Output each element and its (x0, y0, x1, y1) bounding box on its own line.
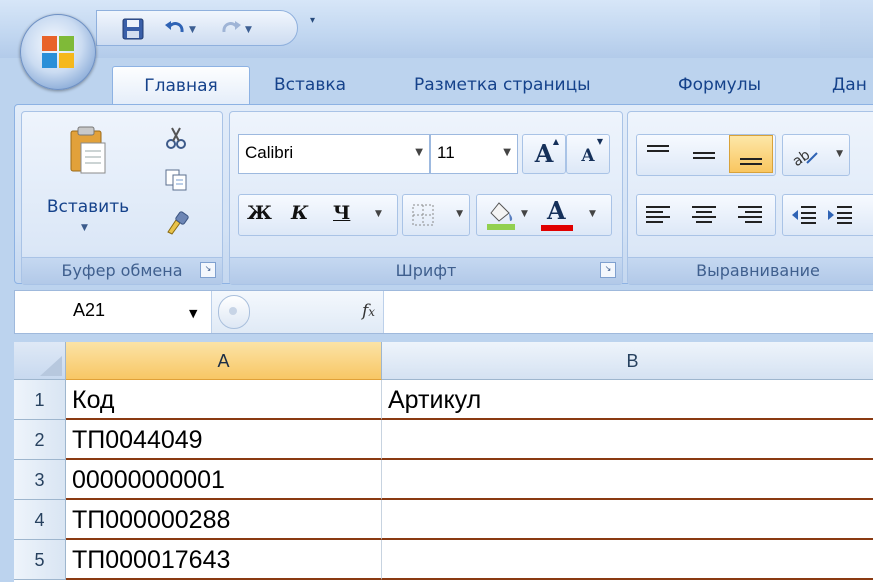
underline-dropdown-icon[interactable]: ▼ (375, 209, 382, 219)
alignment-group-label: Выравнивание (628, 257, 873, 284)
cell-b1[interactable]: Артикул (382, 380, 873, 420)
svg-text:ab: ab (790, 147, 814, 169)
cell-a3[interactable]: 00000000001 (66, 460, 382, 500)
formula-bar: A21 ▼ fx (14, 290, 873, 334)
undo-dropdown-icon[interactable]: ▼ (189, 25, 196, 35)
clipboard-group: Вставить ▼ Буфер обмена ↘ (21, 111, 223, 285)
bold-button[interactable]: Ж (247, 202, 272, 224)
font-size-value: 11 (437, 143, 455, 162)
borders-icon (412, 204, 434, 226)
font-size-select[interactable]: 11 ▼ (430, 134, 518, 174)
column-header-a[interactable]: A (66, 342, 382, 380)
vertical-align-buttons (636, 134, 776, 176)
undo-icon[interactable] (163, 17, 187, 41)
formula-input[interactable] (383, 291, 873, 333)
chevron-down-icon: ▼ (836, 149, 843, 159)
cell-b5[interactable] (382, 540, 873, 580)
save-icon[interactable] (121, 17, 145, 41)
borders-button[interactable]: ▼ (402, 194, 470, 236)
ribbon-tabs: Главная Вставка Разметка страницы Формул… (0, 58, 873, 105)
tab-formulas[interactable]: Формулы (674, 66, 765, 104)
cell-a2[interactable]: ТП0044049 (66, 420, 382, 460)
cell-a5[interactable]: ТП000017643 (66, 540, 382, 580)
increase-indent-icon[interactable] (825, 203, 855, 227)
tab-home[interactable]: Главная (112, 66, 250, 105)
row-header-4[interactable]: 4 (14, 500, 66, 540)
font-name-select[interactable]: Calibri ▼ (238, 134, 430, 174)
splitter-handle[interactable] (218, 295, 250, 329)
shrink-font-button[interactable]: A ▼ (566, 134, 610, 174)
fill-color-icon[interactable] (485, 199, 517, 231)
paste-icon (70, 126, 106, 174)
font-dialog-launcher[interactable]: ↘ (600, 262, 616, 278)
cell-b3[interactable] (382, 460, 873, 500)
paste-button[interactable]: Вставить ▼ (42, 116, 134, 242)
office-logo-icon (42, 36, 74, 68)
underline-button[interactable]: Ч (333, 202, 350, 224)
orientation-icon: ab (790, 147, 818, 169)
indent-buttons (782, 194, 873, 236)
tab-data[interactable]: Дан (828, 66, 871, 104)
font-color-icon[interactable]: A (547, 196, 566, 225)
select-all-corner[interactable] (14, 342, 66, 380)
copy-icon[interactable] (164, 168, 188, 192)
clipboard-dialog-launcher[interactable]: ↘ (200, 262, 216, 278)
format-painter-icon[interactable] (164, 210, 190, 236)
italic-button[interactable]: К (291, 202, 308, 224)
insert-function-icon[interactable]: fx (362, 301, 375, 321)
paste-dropdown-icon: ▼ (81, 223, 88, 233)
chevron-down-icon: ▼ (503, 147, 511, 158)
cell-b4[interactable] (382, 500, 873, 540)
ribbon: Вставить ▼ Буфер обмена ↘ Calibri ▼ 11 ▼ (14, 104, 873, 285)
row-header-3[interactable]: 3 (14, 460, 66, 500)
alignment-group: ab ▼ Выравнивание (627, 111, 873, 285)
redo-dropdown-icon[interactable]: ▼ (245, 25, 252, 35)
name-box[interactable]: A21 ▼ (15, 291, 211, 333)
chevron-down-icon[interactable]: ▼ (189, 307, 197, 320)
align-bottom-button[interactable] (729, 135, 773, 173)
align-center-icon[interactable] (689, 203, 719, 227)
align-left-icon[interactable] (643, 203, 673, 227)
window-controls-area (820, 0, 873, 58)
cell-a4[interactable]: ТП000000288 (66, 500, 382, 540)
font-group: Calibri ▼ 11 ▼ A ▲ A ▼ Ж К Ч ▼ ▼ ▼ A ▼ Ш… (229, 111, 623, 285)
tab-insert[interactable]: Вставка (270, 66, 350, 104)
grow-font-button[interactable]: A ▲ (522, 134, 566, 174)
customize-qat-icon[interactable]: ▾ (310, 15, 326, 35)
fill-dropdown-icon[interactable]: ▼ (521, 209, 528, 219)
paste-label: Вставить (46, 197, 130, 217)
formula-bar-controls: fx (211, 291, 383, 333)
row-header-5[interactable]: 5 (14, 540, 66, 580)
chevron-down-icon: ▼ (415, 147, 423, 158)
cell-b2[interactable] (382, 420, 873, 460)
decrease-indent-icon[interactable] (789, 203, 819, 227)
chevron-down-icon: ▼ (456, 209, 463, 219)
cut-icon[interactable] (164, 126, 188, 150)
select-all-icon (40, 356, 62, 376)
color-buttons: ▼ A ▼ (476, 194, 612, 236)
align-right-icon[interactable] (735, 203, 765, 227)
redo-icon[interactable] (219, 17, 243, 41)
font-name-value: Calibri (245, 143, 294, 162)
font-color-dropdown-icon[interactable]: ▼ (589, 209, 596, 219)
name-box-value: A21 (73, 300, 106, 320)
font-color-swatch (541, 225, 573, 231)
align-bottom-icon (740, 158, 762, 165)
align-middle-icon[interactable] (689, 143, 719, 167)
orientation-button[interactable]: ab ▼ (782, 134, 850, 176)
cell-a1[interactable]: Код (66, 380, 382, 420)
row-header-1[interactable]: 1 (14, 380, 66, 420)
style-buttons: Ж К Ч ▼ (238, 194, 398, 236)
column-header-b[interactable]: B (382, 342, 873, 380)
quick-access-toolbar: ▼ ▼ (96, 10, 298, 46)
office-button[interactable] (20, 14, 96, 90)
align-top-icon[interactable] (643, 143, 673, 167)
row-header-2[interactable]: 2 (14, 420, 66, 460)
font-group-label: Шрифт (230, 257, 622, 284)
spreadsheet-grid: A B 1 Код Артикул 2 ТП0044049 3 00000000… (14, 342, 873, 582)
tab-page-layout[interactable]: Разметка страницы (410, 66, 595, 104)
clipboard-group-label: Буфер обмена (22, 257, 222, 284)
horizontal-align-buttons (636, 194, 776, 236)
